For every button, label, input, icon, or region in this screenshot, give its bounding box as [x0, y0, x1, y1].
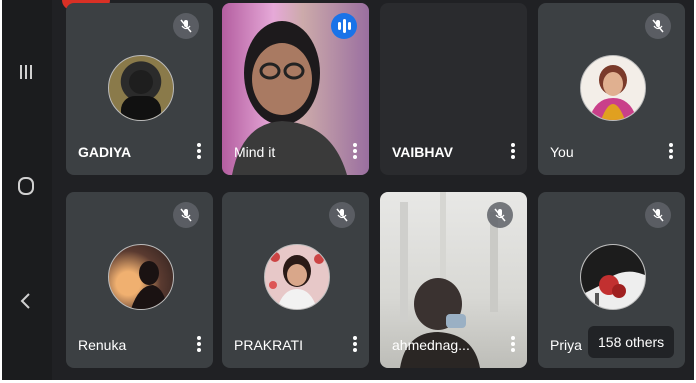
participant-tile[interactable]: GADIYA — [66, 3, 213, 175]
back-icon — [20, 293, 30, 309]
more-options-button[interactable] — [509, 143, 517, 161]
home-icon — [18, 177, 34, 195]
participant-name: ahmednag... — [392, 337, 470, 353]
others-chip[interactable]: 158 others — [588, 326, 675, 358]
speaking-icon — [331, 13, 357, 39]
mic-off-icon — [645, 202, 671, 228]
more-options-button[interactable] — [509, 336, 517, 354]
avatar — [107, 55, 174, 121]
recents-button[interactable] — [12, 58, 40, 86]
mic-off-icon — [487, 202, 513, 228]
avatar — [579, 244, 646, 310]
participant-name: You — [550, 144, 574, 160]
participant-tile[interactable]: VAIBHAV — [380, 3, 527, 175]
participant-name: VAIBHAV — [392, 144, 453, 160]
participant-tile[interactable]: Renuka — [66, 192, 213, 368]
mic-off-icon — [173, 13, 199, 39]
avatar — [263, 244, 330, 310]
participant-tile[interactable]: You — [538, 3, 685, 175]
more-options-button[interactable] — [195, 143, 203, 161]
more-options-button[interactable] — [195, 336, 203, 354]
recents-icon — [20, 65, 32, 79]
more-options-button[interactable] — [351, 336, 359, 354]
mic-off-icon — [645, 13, 671, 39]
participant-name: GADIYA — [78, 144, 132, 160]
participant-name: Mind it — [234, 144, 276, 160]
more-options-button[interactable] — [351, 143, 359, 161]
avatar — [579, 55, 646, 121]
avatar — [107, 244, 174, 310]
participant-name: Renuka — [78, 337, 127, 353]
meeting-screen: GADIYA Mind it VAIBHAV You Renuka PRAKRA… — [2, 0, 694, 380]
navigation-bar — [2, 0, 52, 380]
mic-off-icon — [173, 202, 199, 228]
participant-tile[interactable]: PRAKRATI — [222, 192, 369, 368]
home-button[interactable] — [12, 172, 40, 200]
participant-name: Priya — [550, 337, 582, 353]
mic-off-icon — [329, 202, 355, 228]
participant-tile[interactable]: ahmednag... — [380, 192, 527, 368]
participant-tile[interactable]: Mind it — [222, 3, 369, 175]
participant-name: PRAKRATI — [234, 337, 303, 353]
back-button[interactable] — [12, 287, 40, 315]
more-options-button[interactable] — [667, 143, 675, 161]
